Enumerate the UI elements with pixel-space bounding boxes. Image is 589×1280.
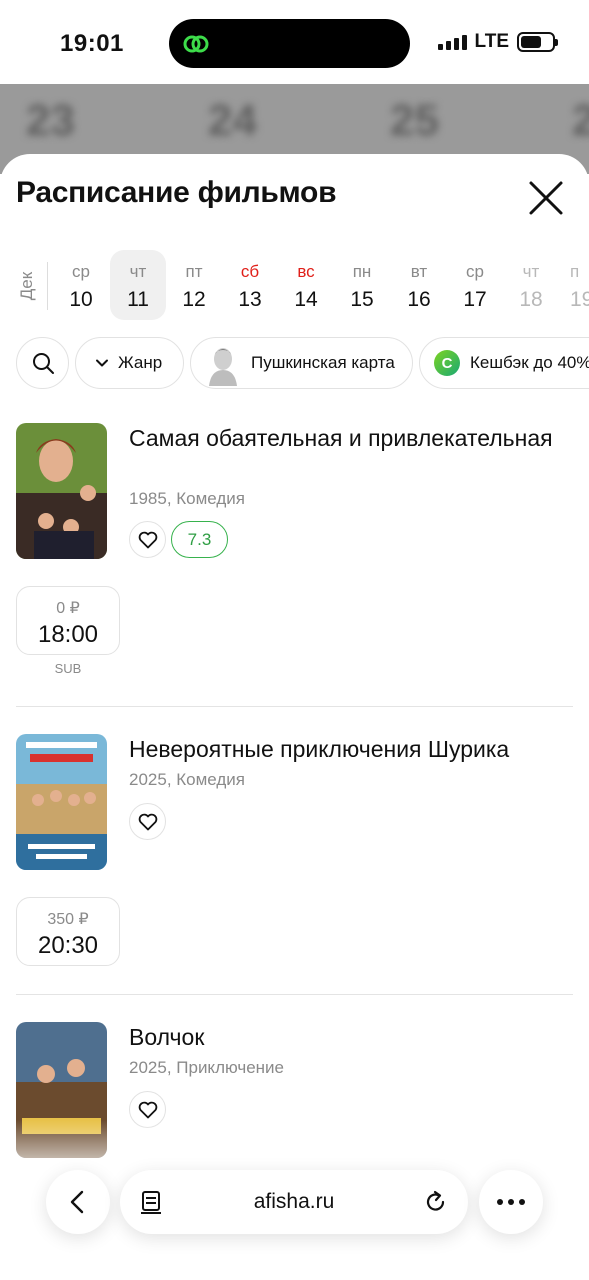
session-price: 350 ₽ [47,911,89,928]
reload-icon[interactable] [422,1188,450,1216]
more-dots-icon [497,1199,525,1205]
weekday-label: сб [240,262,260,281]
pushkin-card-filter[interactable]: Пушкинская карта [190,337,413,389]
day-number: 11 [127,288,149,311]
url-text[interactable]: afisha.ru [120,1190,468,1214]
weekday-label: п [570,262,580,281]
date-tue-16[interactable]: вт 16 [391,250,447,320]
weekday-label: вс [297,262,315,281]
session-time: 18:00 [37,621,99,648]
day-number: 19 [570,288,589,311]
weekday-label: пн [352,262,372,281]
movie-meta: 1985, Комедия [129,489,246,508]
date-sat-13[interactable]: сб 13 [222,250,278,320]
movie-meta: 2025, Комедия [129,770,246,789]
back-button[interactable] [46,1170,110,1234]
date-sun-14[interactable]: вс 14 [278,250,334,320]
movie-title[interactable]: Самая обаятельная и привлекательная [129,423,569,453]
date-thu-11[interactable]: чт 11 [110,250,166,320]
day-number: 13 [238,288,262,311]
cashback-label: Кешбэк до 40% [470,353,589,372]
pushkin-bust-icon [209,348,237,386]
chevron-left-icon [70,1190,84,1214]
day-number: 18 [519,288,543,311]
session-price: 0 ₽ [56,600,80,617]
heart-icon [138,813,157,830]
cashback-icon: C [434,350,460,376]
weekday-label: ср [466,262,484,281]
heart-icon [138,531,157,548]
background-date: 25 [390,96,439,145]
status-bar: 19:01 LTE [0,0,589,84]
weekday-label: пт [185,262,203,281]
divider [16,994,573,995]
search-icon [32,353,54,374]
movie-poster[interactable] [16,423,107,559]
weekday-label: вт [410,262,428,281]
background-date: 2 [572,96,589,145]
more-button[interactable] [479,1170,543,1234]
schedule-sheet: Расписание фильмов Дек ср 10 чт 11 пт 12… [0,154,589,1280]
address-bar[interactable]: afisha.ru [120,1170,468,1234]
chevron-down-icon [96,359,108,367]
day-number: 10 [69,288,93,311]
date-wed-17[interactable]: ср 17 [447,250,503,320]
favorite-button[interactable] [129,521,166,558]
heart-icon [138,1101,157,1118]
cashback-filter[interactable]: C Кешбэк до 40% [419,337,589,389]
date-wed-10[interactable]: ср 10 [53,250,109,320]
session-format: SUB [54,661,82,676]
session-time: 20:30 [37,932,99,959]
movie-meta: 2025, Приключение [129,1058,285,1077]
sheet-title: Расписание фильмов [16,176,337,209]
day-number: 15 [350,288,374,311]
genre-filter-label: Жанр [118,353,163,372]
status-time: 19:01 [60,30,124,57]
day-number: 17 [463,288,487,311]
weekday-label: ср [72,262,90,281]
link-icon [183,35,209,53]
search-button[interactable] [16,337,69,389]
battery-icon [517,32,558,52]
date-thu-18[interactable]: чт 18 [503,250,559,320]
weekday-label: чт [129,262,147,281]
favorite-button[interactable] [129,803,166,840]
weekday-label: чт [522,262,540,281]
signal-icon [437,34,467,50]
month-label: Дек [17,271,37,301]
status-indicators: LTE [437,31,558,53]
background-date: 23 [26,96,75,145]
date-mon-15[interactable]: пн 15 [334,250,390,320]
network-label: LTE [474,31,509,52]
movie-title[interactable]: Невероятные приключения Шурика [129,734,569,764]
close-icon[interactable] [524,176,568,220]
pushkin-card-label: Пушкинская карта [251,353,395,372]
date-fri-12[interactable]: пт 12 [166,250,222,320]
background-date: 24 [208,96,257,145]
session-slot[interactable]: 350 ₽ 20:30 [16,897,120,966]
movie-poster[interactable] [16,734,107,870]
date-fri-19[interactable]: п 19 [555,250,589,320]
day-number: 16 [407,288,431,311]
day-number: 12 [182,288,206,311]
divider [16,706,573,707]
movie-title[interactable]: Волчок [129,1022,569,1052]
month-divider [47,262,48,310]
genre-filter[interactable]: Жанр [75,337,184,389]
session-slot[interactable]: 0 ₽ 18:00 [16,586,120,655]
dynamic-island [169,19,410,68]
rating-badge: 7.3 [171,521,228,558]
day-number: 14 [294,288,318,311]
